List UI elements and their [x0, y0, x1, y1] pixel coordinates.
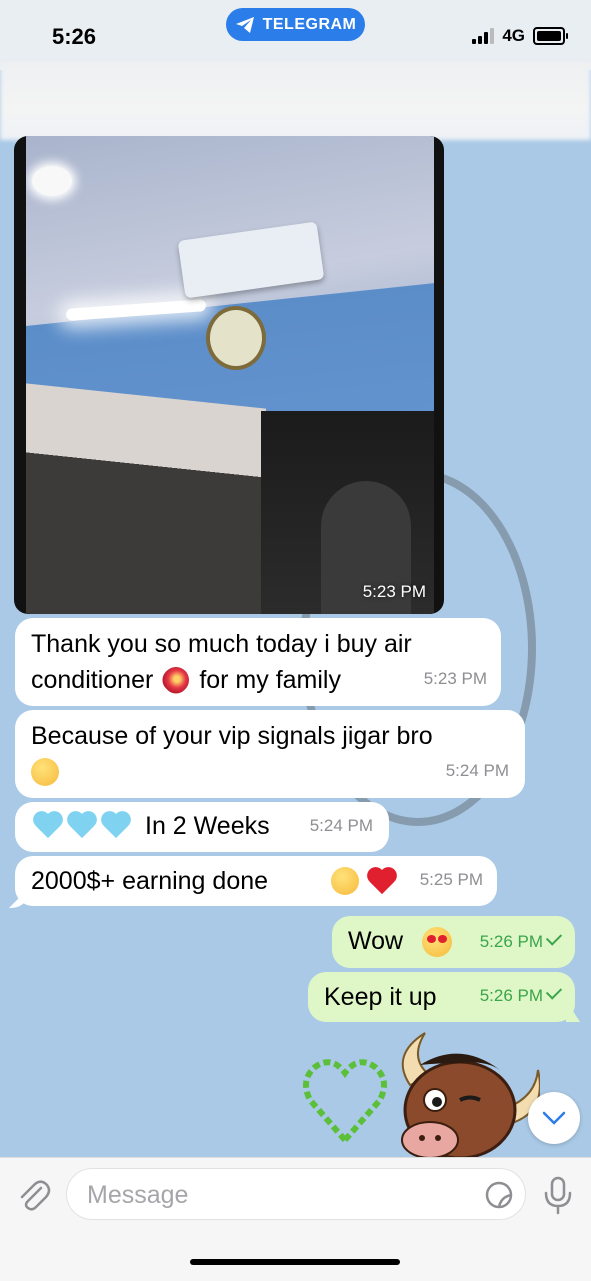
battery-icon — [533, 27, 568, 45]
message-bubble-outgoing[interactable]: Keep it up 5:26 PM — [308, 972, 575, 1022]
message-text: 2000$+ earning done — [31, 867, 269, 895]
message-text: Thank you so much today i buy air — [31, 630, 412, 658]
message-bubble-outgoing[interactable]: Wow 5:26 PM — [332, 916, 575, 968]
attach-icon[interactable] — [14, 1176, 52, 1214]
chat-header-blurred — [0, 62, 591, 140]
sticker-icon[interactable] — [483, 1179, 515, 1211]
signal-icon — [472, 28, 495, 44]
message-text: Wow — [348, 927, 404, 955]
money-mouth-face-emoji-icon — [331, 867, 359, 895]
light-blue-heart-emoji-icon — [101, 810, 131, 840]
message-time: 5:24 PM — [445, 761, 509, 780]
heart-on-fire-emoji-icon — [157, 661, 195, 699]
light-blue-heart-emoji-icon — [33, 810, 63, 840]
message-bubble-incoming[interactable]: 2000$+ earning done 5:25 PM — [15, 856, 497, 906]
party-face-emoji-icon — [31, 758, 59, 786]
message-bubble-incoming[interactable]: Because of your vip signals jigar bro 5:… — [15, 710, 525, 798]
heart-eyes-emoji-icon — [422, 927, 452, 957]
telegram-pill-label: TELEGRAM — [262, 15, 357, 33]
red-heart-emoji-icon — [367, 866, 397, 896]
telegram-return-pill[interactable]: TELEGRAM — [226, 8, 365, 41]
message-text: for my family — [199, 666, 341, 694]
message-time: 5:24 PM — [309, 816, 373, 835]
chevron-down-icon — [542, 1111, 566, 1125]
status-indicators: 4G — [472, 26, 568, 46]
message-text: Keep it up — [324, 983, 437, 1011]
message-time: 5:26 PM — [479, 932, 543, 951]
read-check-icon — [545, 983, 563, 1000]
message-time: 5:26 PM — [479, 986, 543, 1005]
light-blue-heart-emoji-icon — [67, 810, 97, 840]
message-time: 5:25 PM — [419, 870, 483, 889]
clock-time: 5:26 — [52, 24, 97, 49]
message-text: Because of your vip signals jigar bro — [31, 722, 433, 750]
message-time: 5:23 PM — [362, 582, 426, 601]
photo-image — [26, 136, 434, 614]
status-bar: 5:26 TELEGRAM 4G — [0, 0, 591, 70]
home-indicator[interactable] — [190, 1259, 400, 1265]
message-text: conditioner — [31, 666, 154, 694]
message-text: In 2 Weeks — [145, 812, 270, 840]
bull-sticker[interactable] — [300, 1025, 541, 1160]
message-bubble-incoming[interactable]: In 2 Weeks 5:24 PM — [15, 802, 389, 852]
bull-heart-sticker-image — [303, 1032, 541, 1160]
message-bubble-incoming[interactable]: Thank you so much today i buy air condit… — [15, 618, 501, 706]
photo-message[interactable]: 5:23 PM — [14, 136, 444, 614]
mic-icon[interactable] — [540, 1175, 576, 1215]
scroll-to-bottom-button[interactable] — [528, 1092, 580, 1144]
telegram-send-icon — [235, 16, 254, 33]
message-input[interactable] — [85, 1179, 469, 1211]
wall-clock-image — [206, 306, 266, 370]
message-time: 5:23 PM — [423, 669, 487, 688]
read-check-icon — [545, 929, 563, 946]
message-field-container — [66, 1168, 526, 1220]
network-type: 4G — [502, 26, 525, 45]
